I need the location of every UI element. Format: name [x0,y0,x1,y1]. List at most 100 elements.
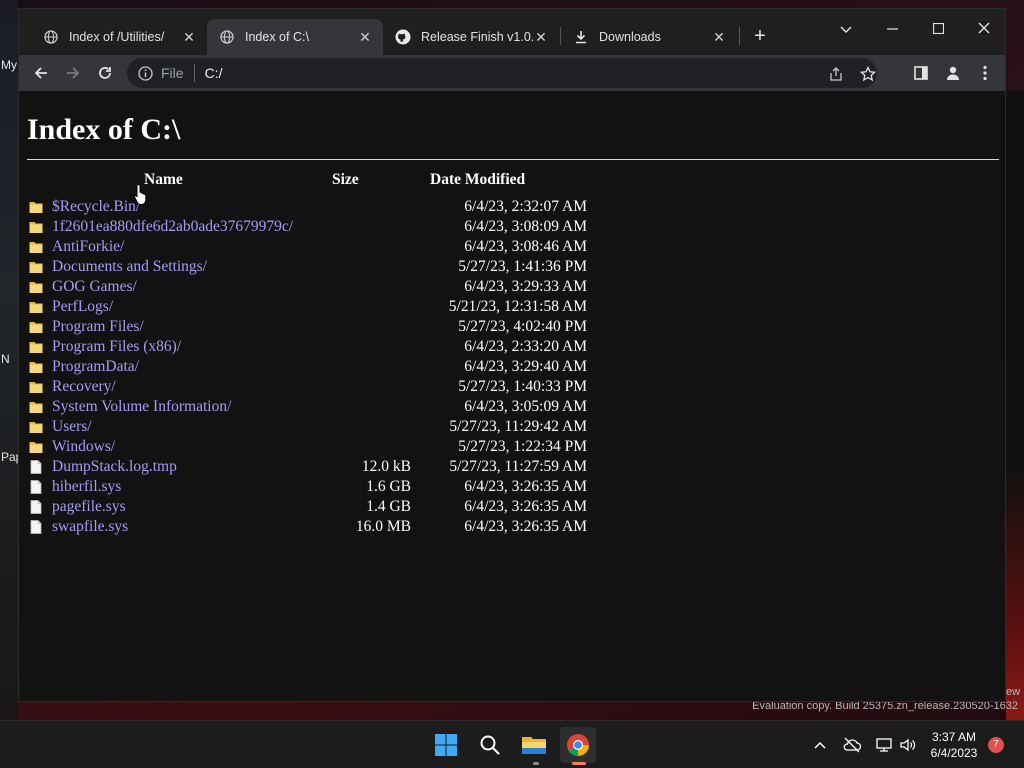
network-icon[interactable] [874,735,894,755]
table-row: AntiForkie/6/4/23, 3:08:46 AM [27,238,587,258]
close-window-button[interactable] [961,15,1007,43]
star-icon[interactable] [859,65,877,83]
close-icon[interactable]: ✕ [357,29,373,45]
active-indicator [572,762,586,765]
notification-badge[interactable]: 7 [988,737,1004,753]
chrome-taskbar-button[interactable] [560,727,596,763]
folder-link[interactable]: Recovery/ [52,378,116,396]
globe-icon [43,29,59,45]
cloud-offline-icon[interactable] [842,735,862,755]
desktop-icon-label[interactable]: N [1,352,10,366]
profile-button[interactable] [939,59,967,87]
date-modified: 6/4/23, 3:29:33 AM [464,278,587,295]
tab-title: Release Finish v1.0.0 [421,30,533,44]
table-row: Documents and Settings/5/27/23, 1:41:36 … [27,258,587,278]
desktop-icon-label[interactable]: My [1,58,17,72]
arrow-left-icon [34,67,47,79]
folder-link[interactable]: Program Files (x86)/ [52,338,181,356]
start-button[interactable] [428,727,464,763]
folder-icon [29,240,43,254]
folder-link[interactable]: GOG Games/ [52,278,137,296]
share-icon[interactable] [827,65,845,83]
system-clock[interactable]: 3:37 AM 6/4/2023 [922,729,986,761]
tab-downloads[interactable]: Downloads ✕ [561,19,737,55]
file-link[interactable]: hiberfil.sys [52,478,121,496]
file-icon [29,520,43,534]
back-button[interactable] [27,59,55,87]
date-modified: 6/4/23, 3:08:09 AM [464,218,587,235]
folder-icon [29,360,43,374]
table-row: GOG Games/6/4/23, 3:29:33 AM [27,278,587,298]
file-link[interactable]: swapfile.sys [52,518,128,536]
folder-link[interactable]: $Recycle.Bin/ [52,198,140,216]
file-size: 1.4 GB [366,498,411,515]
date-modified: 5/27/23, 1:40:33 PM [458,378,587,395]
close-icon[interactable]: ✕ [533,29,549,45]
file-explorer-button[interactable] [516,727,552,763]
folder-link[interactable]: 1f2601ea880dfe6d2ab0ade37679979c/ [52,218,293,236]
kebab-menu-icon [983,65,987,81]
date-modified: 6/4/23, 3:05:09 AM [464,398,587,415]
close-icon[interactable]: ✕ [181,29,197,45]
file-link[interactable]: pagefile.sys [52,498,126,516]
folder-link[interactable]: AntiForkie/ [52,238,124,256]
folder-icon [29,260,43,274]
volume-icon[interactable] [898,735,918,755]
tab-utilities[interactable]: Index of /Utilities/ ✕ [31,19,207,55]
table-row: Users/5/27/23, 11:29:42 AM [27,418,587,438]
folder-link[interactable]: Windows/ [52,438,115,456]
taskbar: 3:37 AM 6/4/2023 7 [0,720,1024,768]
table-row: $Recycle.Bin/6/4/23, 2:32:07 AM [27,198,587,218]
tab-strip: Index of /Utilities/ ✕ Index of C:\ ✕ Re… [19,9,1005,55]
tab-search-button[interactable] [823,15,869,43]
info-icon[interactable] [137,65,153,81]
address-bar[interactable]: File C:/ [127,58,877,88]
forward-button[interactable] [59,59,87,87]
file-size: 1.6 GB [366,478,411,495]
column-header-name[interactable]: Name [144,171,183,189]
folder-link[interactable]: Users/ [52,418,92,436]
browser-toolbar: File C:/ [19,55,1005,91]
page-title: Index of C:\ [27,113,181,146]
tab-index-c[interactable]: Index of C:\ ✕ [207,19,383,55]
folder-icon [522,737,546,754]
url-text[interactable]: C:/ [205,65,223,81]
folder-link[interactable]: ProgramData/ [52,358,139,376]
folder-link[interactable]: Documents and Settings/ [52,258,207,276]
date-modified: 5/27/23, 11:27:59 AM [449,458,587,475]
chevron-up-icon[interactable] [810,735,830,755]
new-tab-button[interactable]: + [749,25,771,47]
reload-button[interactable] [91,59,119,87]
desktop-right-label: ew [1006,686,1021,698]
hand-cursor-icon [134,183,147,205]
folder-link[interactable]: PerfLogs/ [52,298,113,316]
windows-logo-icon [435,734,457,756]
minimize-button[interactable] [869,15,915,43]
menu-button[interactable] [971,59,999,87]
file-icon [29,480,43,494]
column-header-date-modified[interactable]: Date Modified [430,171,525,189]
scheme-label: File [161,65,184,81]
reload-icon [99,67,111,79]
chevron-down-icon [840,26,852,33]
maximize-button[interactable] [915,15,961,43]
folder-icon [29,200,43,214]
search-icon [480,735,500,755]
table-row: 1f2601ea880dfe6d2ab0ade37679979c/6/4/23,… [27,218,587,238]
date-modified: 5/27/23, 1:41:36 PM [458,258,587,275]
date-modified: 6/4/23, 2:33:20 AM [464,338,587,355]
download-icon [573,29,589,45]
date-modified: 5/21/23, 12:31:58 AM [448,298,587,315]
folder-link[interactable]: System Volume Information/ [52,398,231,416]
folder-link[interactable]: Program Files/ [52,318,144,336]
date-modified: 6/4/23, 3:08:46 AM [464,238,587,255]
table-row: Program Files/5/27/23, 4:02:40 PM [27,318,587,338]
file-icon [29,500,43,514]
side-panel-button[interactable] [907,59,935,87]
column-header-size[interactable]: Size [332,171,359,189]
tab-release-finish[interactable]: Release Finish v1.0.0 ✕ [383,19,559,55]
tab-title: Index of C:\ [245,30,309,44]
search-button[interactable] [472,727,508,763]
close-icon[interactable]: ✕ [711,29,727,45]
file-link[interactable]: DumpStack.log.tmp [52,458,177,476]
